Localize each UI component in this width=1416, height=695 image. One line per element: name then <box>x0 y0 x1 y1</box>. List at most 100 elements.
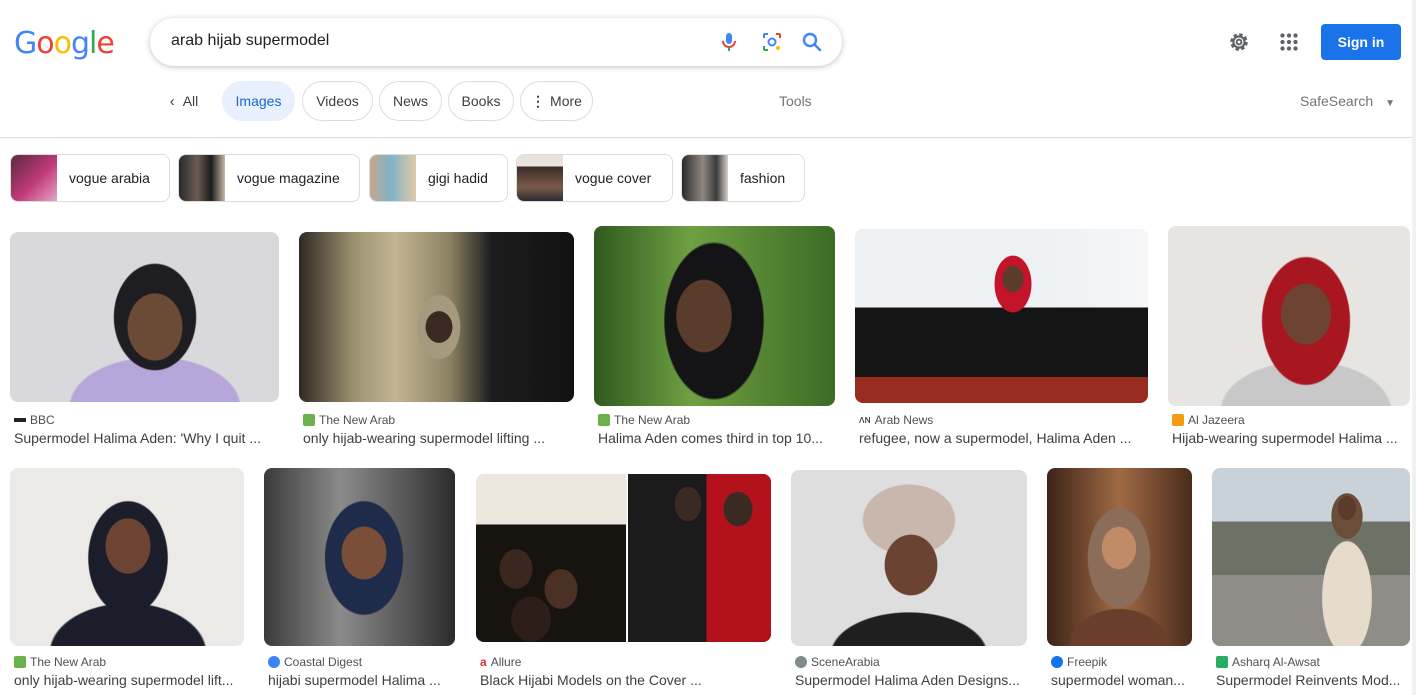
result-thumbnail[interactable] <box>1047 468 1192 646</box>
chip-thumbnail <box>517 155 563 201</box>
result-thumbnail[interactable] <box>264 468 455 646</box>
header-divider <box>0 137 1416 138</box>
source-label: The New Arab <box>30 655 107 669</box>
google-logo[interactable]: Google <box>14 26 115 61</box>
apps-grid-icon[interactable] <box>1276 29 1302 55</box>
result-title[interactable]: Hijab-wearing supermodel Halima ... <box>1172 430 1408 446</box>
source-label: Coastal Digest <box>284 655 363 669</box>
result-thumbnail[interactable] <box>855 229 1148 403</box>
lens-camera-icon[interactable] <box>760 30 784 54</box>
logo-letter: o <box>36 26 54 61</box>
favicon-icon <box>14 656 26 668</box>
favicon-icon <box>1051 656 1063 668</box>
source-label: Arab News <box>874 413 934 427</box>
more-vert-icon: ⋮ <box>531 92 546 109</box>
favicon-icon <box>795 656 807 668</box>
result-source[interactable]: Freepik <box>1051 655 1107 669</box>
favicon-icon <box>1216 656 1228 668</box>
settings-gear-icon[interactable] <box>1226 29 1252 55</box>
result-source[interactable]: BBC <box>14 413 55 427</box>
result-source[interactable]: SceneArabia <box>795 655 880 669</box>
favicon-icon <box>14 418 26 422</box>
result-title[interactable]: supermodel woman... <box>1051 672 1192 688</box>
chip-label: gigi hadid <box>428 170 488 186</box>
result-source[interactable]: The New Arab <box>598 413 690 427</box>
tab-news[interactable]: News <box>379 81 442 121</box>
tools-button[interactable]: Tools <box>779 93 812 109</box>
result-source[interactable]: a Allure <box>480 655 521 669</box>
chip-label: vogue magazine <box>237 170 340 186</box>
result-source[interactable]: Asharq Al-Awsat <box>1216 655 1320 669</box>
result-source[interactable]: The New Arab <box>14 655 106 669</box>
refinement-chip[interactable]: vogue magazine <box>178 154 360 202</box>
result-title[interactable]: Supermodel Halima Aden Designs... <box>795 672 1027 688</box>
result-title[interactable]: refugee, now a supermodel, Halima Aden .… <box>859 430 1144 446</box>
result-source[interactable]: ʌɴ Arab News <box>859 413 933 427</box>
microphone-icon[interactable] <box>717 30 741 54</box>
scrollbar[interactable] <box>1412 0 1416 695</box>
source-label: Allure <box>490 655 522 669</box>
safesearch-label: SafeSearch <box>1300 93 1374 109</box>
result-thumbnail[interactable] <box>1212 468 1410 646</box>
result-thumbnail[interactable] <box>10 468 244 646</box>
tab-all-label: All <box>182 93 199 109</box>
search-box[interactable]: arab hijab supermodel <box>150 18 842 66</box>
chip-thumbnail <box>682 155 728 201</box>
logo-letter: g <box>70 26 90 61</box>
tab-books[interactable]: Books <box>448 81 514 121</box>
logo-letter: o <box>53 26 72 61</box>
logo-letter: G <box>14 26 37 61</box>
result-thumbnail[interactable] <box>476 474 771 642</box>
chip-label: fashion <box>740 170 786 186</box>
result-source[interactable]: Coastal Digest <box>268 655 362 669</box>
source-label: The New Arab <box>614 413 691 427</box>
favicon-icon <box>1172 414 1184 426</box>
favicon-icon <box>268 656 280 668</box>
result-title[interactable]: hijabi supermodel Halima ... <box>268 672 455 688</box>
source-label: BBC <box>30 413 55 427</box>
refinement-chip[interactable]: vogue cover <box>516 154 673 202</box>
tab-videos[interactable]: Videos <box>302 81 373 121</box>
logo-letter: e <box>96 26 114 61</box>
source-label: Freepik <box>1067 655 1108 669</box>
chip-thumbnail <box>11 155 57 201</box>
result-source[interactable]: Al Jazeera <box>1172 413 1245 427</box>
chip-thumbnail <box>179 155 225 201</box>
tab-more[interactable]: ⋮ More <box>520 81 593 121</box>
caret-down-icon: ▼ <box>1385 98 1395 109</box>
tab-images[interactable]: Images <box>222 81 295 121</box>
result-thumbnail[interactable] <box>299 232 574 402</box>
favicon-icon: ʌɴ <box>859 414 871 426</box>
refinement-chip[interactable]: gigi hadid <box>369 154 508 202</box>
source-label: The New Arab <box>319 413 396 427</box>
result-thumbnail[interactable] <box>10 232 279 402</box>
refinement-chip[interactable]: vogue arabia <box>10 154 170 202</box>
result-thumbnail[interactable] <box>791 470 1027 646</box>
tab-all[interactable]: ‹ All <box>160 81 208 121</box>
source-label: SceneArabia <box>811 655 880 669</box>
result-title[interactable]: only hijab-wearing supermodel lifting ..… <box>303 430 573 446</box>
chevron-left-icon: ‹ <box>169 92 175 110</box>
result-source[interactable]: The New Arab <box>303 413 395 427</box>
source-label: Al Jazeera <box>1188 413 1245 427</box>
source-label: Asharq Al-Awsat <box>1232 655 1320 669</box>
favicon-icon: a <box>480 655 487 669</box>
magazine-cover-left <box>476 474 626 642</box>
chip-label: vogue cover <box>575 170 652 186</box>
sign-in-button[interactable]: Sign in <box>1321 24 1401 60</box>
result-title[interactable]: Supermodel Halima Aden: 'Why I quit ... <box>14 430 274 446</box>
tab-more-label: More <box>550 93 582 109</box>
search-icon[interactable] <box>800 30 824 54</box>
search-input[interactable]: arab hijab supermodel <box>171 32 329 50</box>
result-title[interactable]: only hijab-wearing supermodel lift... <box>14 672 244 688</box>
result-thumbnail[interactable] <box>594 226 835 406</box>
chip-thumbnail <box>370 155 416 201</box>
result-thumbnail[interactable] <box>1168 226 1410 406</box>
result-title[interactable]: Black Hijabi Models on the Cover ... <box>480 672 770 688</box>
magazine-cover-right <box>628 474 771 642</box>
result-title[interactable]: Supermodel Reinvents Mod... <box>1216 672 1410 688</box>
result-title[interactable]: Halima Aden comes third in top 10... <box>598 430 834 446</box>
logo-letter: l <box>89 26 97 61</box>
refinement-chip[interactable]: fashion <box>681 154 805 202</box>
safesearch-menu[interactable]: SafeSearch ▼ <box>1300 93 1395 109</box>
